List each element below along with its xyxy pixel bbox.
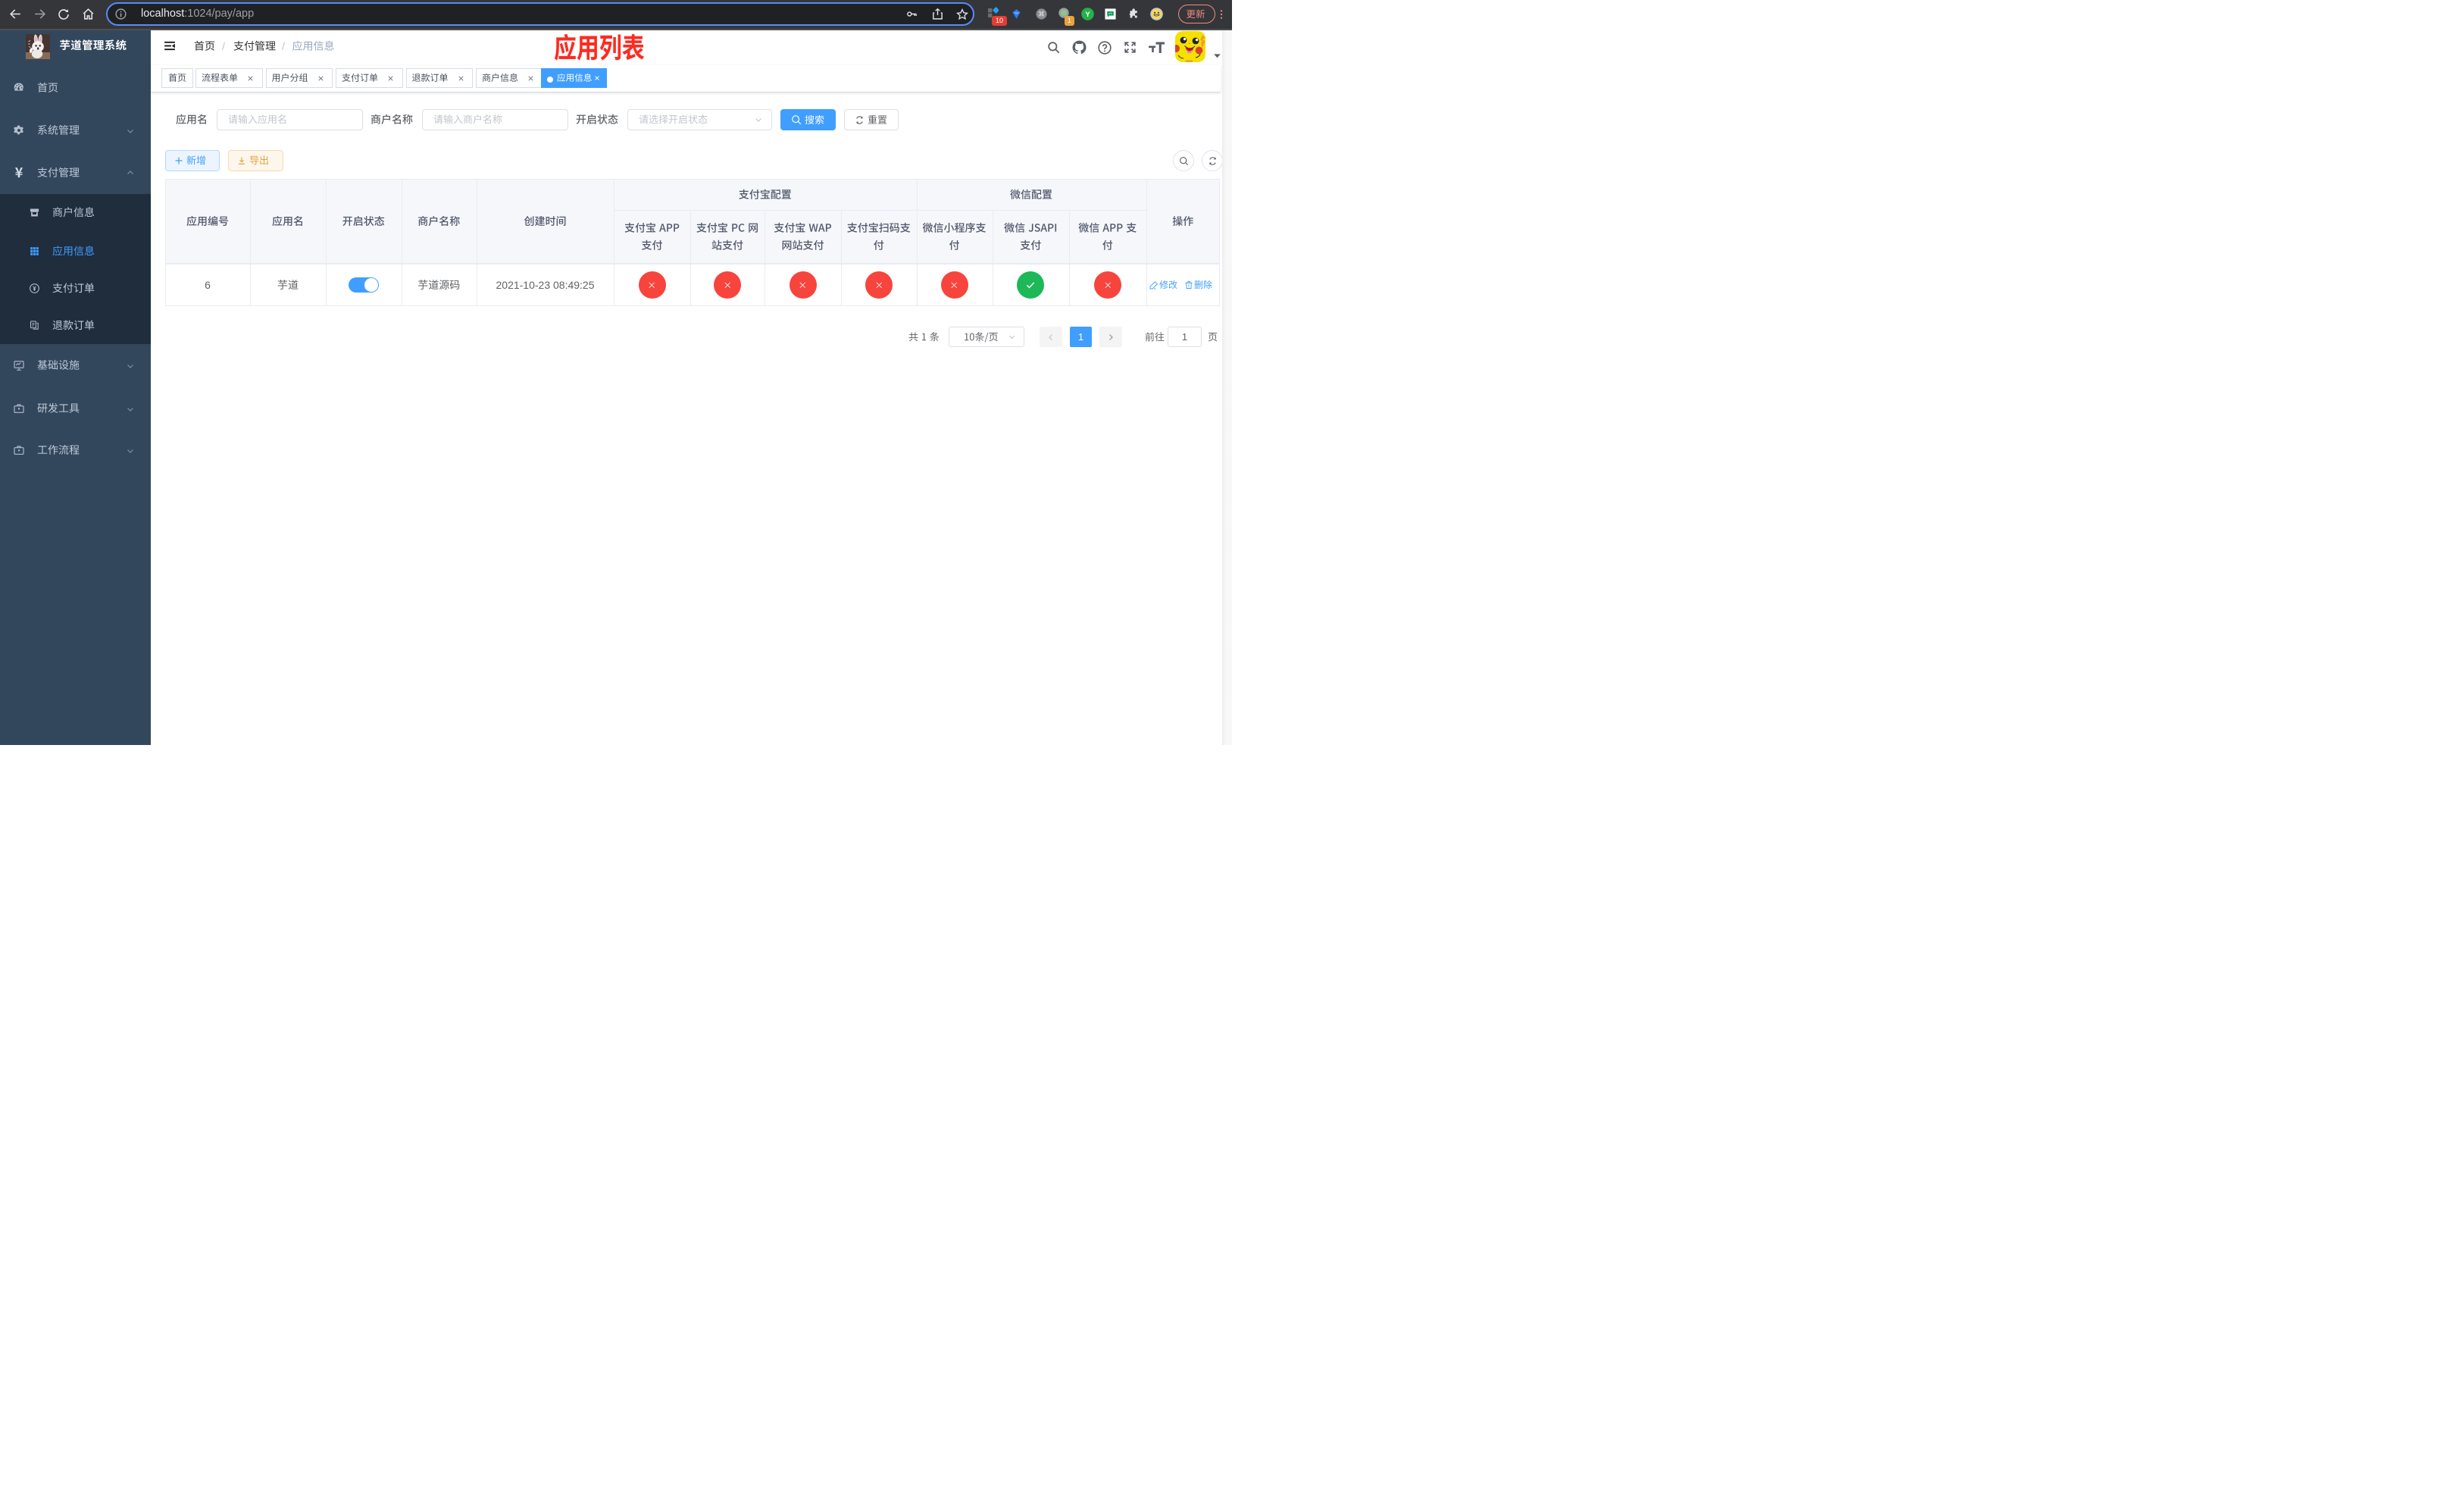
svg-text:Y: Y <box>1085 11 1090 19</box>
svg-text:⌘: ⌘ <box>1037 11 1044 18</box>
